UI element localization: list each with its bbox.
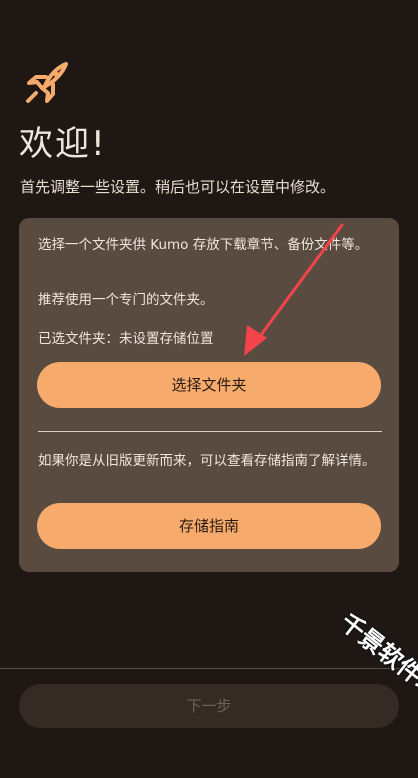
storage-setup-card: 选择一个文件夹供 Kumo 存放下载章节、备份文件等。 推荐使用一个专门的文件夹… xyxy=(19,218,399,572)
storage-guide-button[interactable]: 存储指南 xyxy=(37,503,381,549)
welcome-screen: 欢迎! 首先调整一些设置。稍后也可以在设置中修改。 选择一个文件夹供 Kumo … xyxy=(0,0,418,743)
choose-folder-button[interactable]: 选择文件夹 xyxy=(37,362,381,408)
next-button[interactable]: 下一步 xyxy=(19,684,399,728)
legacy-update-hint: 如果你是从旧版更新而来，可以查看存储指南了解详情。 xyxy=(38,453,376,469)
selected-folder-value: 未设置存储位置 xyxy=(119,331,214,347)
card-divider xyxy=(38,431,382,432)
welcome-subtitle: 首先调整一些设置。稍后也可以在设置中修改。 xyxy=(20,178,336,196)
selected-folder-label: 已选文件夹： xyxy=(38,331,119,347)
storage-recommendation: 推荐使用一个专门的文件夹。 xyxy=(38,292,214,308)
welcome-title: 欢迎! xyxy=(19,124,107,164)
footer-divider xyxy=(0,668,418,669)
storage-description: 选择一个文件夹供 Kumo 存放下载章节、备份文件等。 xyxy=(38,237,369,253)
rocket-icon xyxy=(26,62,68,103)
selected-folder-status: 已选文件夹：未设置存储位置 xyxy=(38,329,214,349)
